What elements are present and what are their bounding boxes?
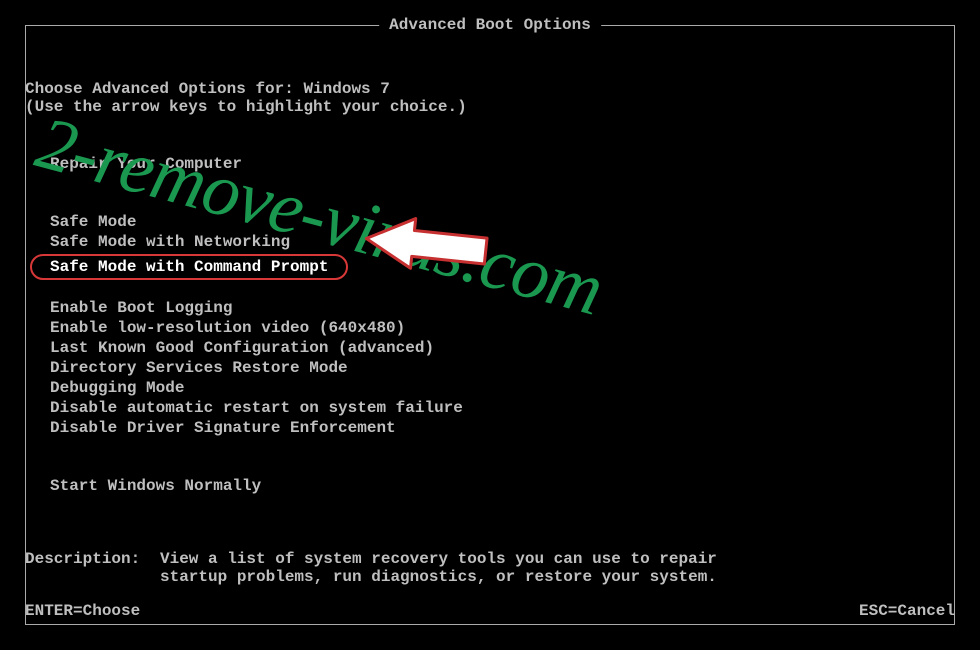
menu-safe-mode-cmd-highlight: Safe Mode with Command Prompt: [50, 252, 955, 282]
menu-safe-mode-cmd[interactable]: Safe Mode with Command Prompt: [30, 254, 348, 280]
content-area: Choose Advanced Options for: Windows 7 (…: [25, 80, 955, 586]
keyboard-hint: (Use the arrow keys to highlight your ch…: [25, 98, 955, 116]
menu-disable-restart[interactable]: Disable automatic restart on system fail…: [50, 398, 955, 418]
menu-start-normally[interactable]: Start Windows Normally: [25, 476, 955, 496]
menu-repair-computer[interactable]: Repair Your Computer: [25, 154, 955, 174]
description-text: View a list of system recovery tools you…: [160, 550, 720, 586]
menu-safe-mode-networking[interactable]: Safe Mode with Networking: [50, 232, 955, 252]
menu-dsrm[interactable]: Directory Services Restore Mode: [50, 358, 955, 378]
menu-boot-logging[interactable]: Enable Boot Logging: [50, 298, 955, 318]
menu-last-known-good[interactable]: Last Known Good Configuration (advanced): [50, 338, 955, 358]
menu-group-safemode: Safe Mode Safe Mode with Networking Safe…: [25, 212, 955, 282]
footer-bar: ENTER=Choose ESC=Cancel: [25, 602, 955, 620]
page-title: Advanced Boot Options: [379, 16, 601, 34]
menu-safe-mode[interactable]: Safe Mode: [50, 212, 955, 232]
footer-esc: ESC=Cancel: [859, 602, 955, 620]
menu-low-res[interactable]: Enable low-resolution video (640x480): [50, 318, 955, 338]
subtitle: Choose Advanced Options for: Windows 7: [25, 80, 955, 98]
description-label: Description:: [25, 550, 160, 586]
menu-debugging[interactable]: Debugging Mode: [50, 378, 955, 398]
menu-group-advanced: Enable Boot Logging Enable low-resolutio…: [25, 298, 955, 438]
menu-disable-driver-sig[interactable]: Disable Driver Signature Enforcement: [50, 418, 955, 438]
footer-enter: ENTER=Choose: [25, 602, 140, 620]
description-section: Description: View a list of system recov…: [25, 550, 955, 586]
